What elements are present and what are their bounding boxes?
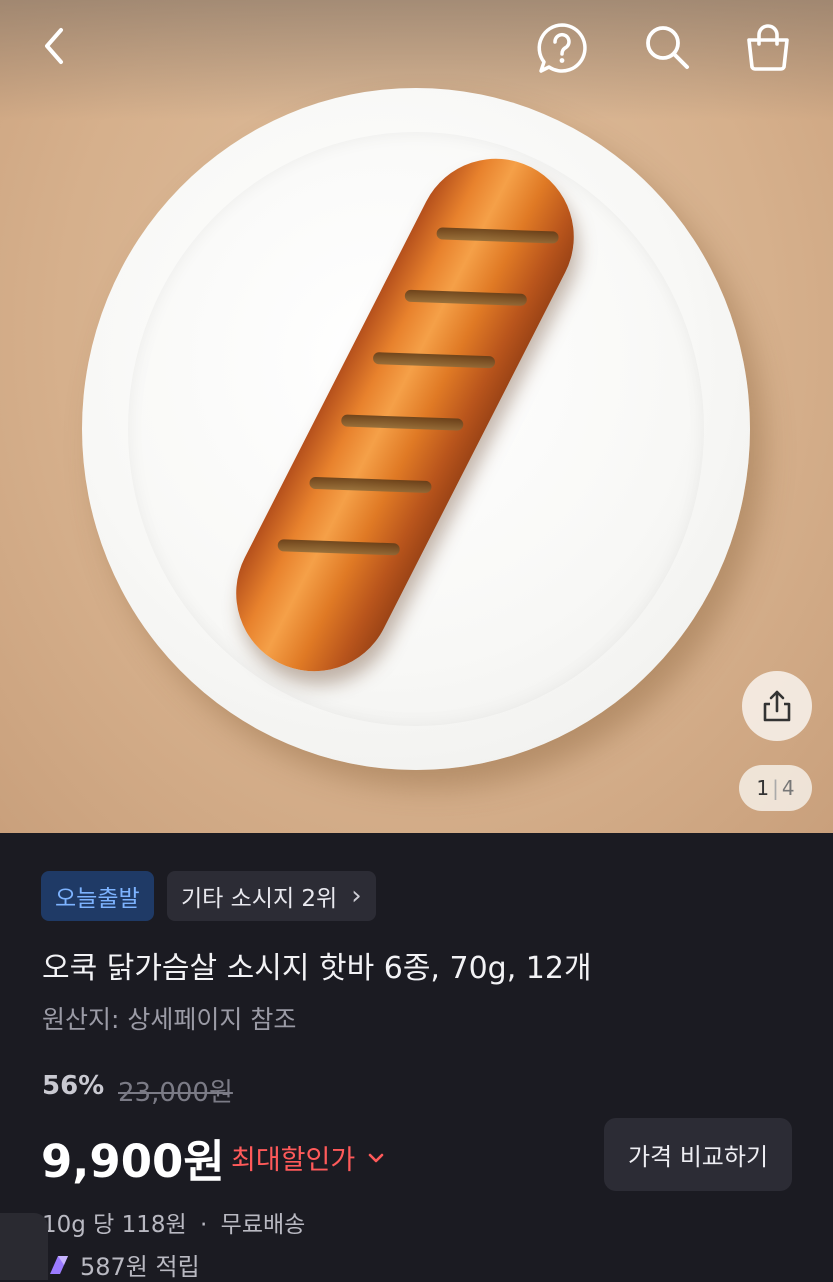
grill-slit [404, 289, 527, 306]
free-shipping: 무료배송 [220, 1212, 306, 1238]
sale-price: 9,900원 [41, 1135, 225, 1188]
discount-rate: 56% [42, 1071, 105, 1101]
grill-slit [372, 352, 496, 369]
points-icon [50, 1255, 68, 1274]
cart-button[interactable] [742, 20, 794, 74]
product-image-gallery[interactable]: 1 | 4 [0, 0, 833, 833]
unit-price: 10g 당 118원 [42, 1212, 187, 1238]
help-button[interactable] [534, 20, 590, 76]
grill-slit [277, 539, 400, 556]
category-rank-label: 기타 소시지 2위 [181, 886, 338, 912]
floating-bubble[interactable] [0, 1213, 48, 1280]
dot-separator: · [200, 1212, 208, 1238]
original-price: 23,000원 [118, 1078, 233, 1108]
reward-points: 587원 적립 [46, 1247, 200, 1282]
pager-total: 4 [781, 776, 795, 800]
search-button[interactable] [640, 20, 694, 74]
grill-slit [309, 476, 432, 494]
compare-price-button[interactable]: 가격 비교하기 [604, 1118, 792, 1191]
shopping-bag-icon [747, 24, 789, 71]
image-pager: 1 | 4 [739, 765, 812, 811]
share-button[interactable] [742, 671, 812, 741]
origin-text: 원산지: 상세페이지 참조 [42, 1005, 297, 1034]
search-icon [646, 26, 689, 69]
chevron-left-icon [45, 28, 63, 64]
category-rank-link[interactable]: 기타 소시지 2위 › [167, 871, 376, 921]
points-text: 587원 적립 [80, 1253, 200, 1281]
grill-slit [436, 227, 559, 244]
pager-separator: | [772, 776, 779, 800]
grill-slit [341, 414, 464, 431]
chevron-down-icon [368, 1153, 384, 1162]
product-info-panel: 오늘출발 기타 소시지 2위 › 오쿡 닭가슴살 소시지 핫바 6종, 70g,… [0, 833, 833, 1282]
product-title: 오쿡 닭가슴살 소시지 핫바 6종, 70g, 12개 [42, 951, 592, 986]
chevron-right-icon: › [351, 881, 362, 911]
max-discount-toggle[interactable]: 최대할인가 [231, 1138, 387, 1177]
today-shipping-label: 오늘출발 [55, 886, 140, 912]
question-bubble-icon [537, 23, 587, 73]
unit-price-shipping: 10g 당 118원 · 무료배송 [42, 1205, 305, 1239]
share-icon [763, 690, 791, 722]
back-button[interactable] [30, 22, 78, 70]
max-discount-label: 최대할인가 [231, 1145, 356, 1176]
pager-current: 1 [756, 776, 770, 800]
today-shipping-badge: 오늘출발 [41, 871, 154, 921]
